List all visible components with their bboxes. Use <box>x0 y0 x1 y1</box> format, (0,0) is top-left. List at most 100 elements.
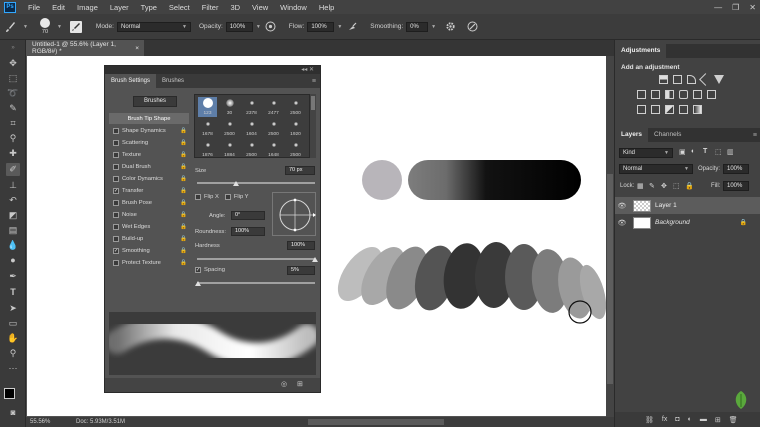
flip-y-checkbox[interactable] <box>224 194 231 200</box>
setting-checkbox[interactable]: ✓ <box>113 187 119 194</box>
fill-field[interactable]: 100% <box>723 181 749 191</box>
brush-tip[interactable]: 2500 <box>242 139 261 159</box>
chevron-down-icon[interactable]: ▼ <box>57 24 62 30</box>
quick-select-tool-icon[interactable]: ✎ <box>6 102 20 115</box>
brush-setting-row[interactable]: Brush Pose 🔒 <box>109 197 189 208</box>
chevron-down-icon[interactable]: ▼ <box>337 24 342 30</box>
brush-tip[interactable]: 2500 <box>286 97 305 117</box>
pen-tool-icon[interactable]: ✒ <box>6 270 20 283</box>
hardness-slider-track[interactable] <box>197 258 315 260</box>
close-document-button[interactable]: × <box>135 45 139 52</box>
brush-preset-picker[interactable]: 70 <box>38 16 54 38</box>
hardness-slider-thumb[interactable] <box>312 257 318 262</box>
threshold-icon[interactable] <box>665 105 674 114</box>
brush-settings-toggle-icon[interactable] <box>69 20 82 33</box>
color-lookup-icon[interactable] <box>707 90 716 99</box>
brush-setting-row[interactable]: Texture 🔒 <box>109 149 189 160</box>
brush-tip[interactable]: 2378 <box>242 97 261 117</box>
setting-checkbox[interactable] <box>113 211 119 218</box>
lock-artboard-icon[interactable]: ⬚ <box>673 182 680 190</box>
setting-checkbox[interactable] <box>113 199 119 206</box>
color-balance-icon[interactable] <box>651 90 660 99</box>
brush-tip[interactable]: 1604 <box>242 118 261 138</box>
panel-menu-icon[interactable]: ≡ <box>312 78 316 85</box>
layer-row-layer-1[interactable]: 👁 Layer 1 <box>615 197 760 214</box>
chevron-down-icon[interactable]: ▼ <box>431 24 436 30</box>
menu-window[interactable]: Window <box>274 3 313 12</box>
shape-tool-icon[interactable]: ▭ <box>6 317 20 330</box>
lock-icon[interactable]: 🔒 <box>180 152 187 158</box>
flow-field[interactable]: 100% <box>307 21 335 32</box>
smoothing-options-gear-icon[interactable] <box>444 21 456 33</box>
setting-checkbox[interactable] <box>113 163 119 170</box>
new-group-icon[interactable]: ▬ <box>700 416 707 423</box>
close-window-button[interactable]: ✕ <box>749 3 756 12</box>
menu-edit[interactable]: Edit <box>46 3 71 12</box>
hue-saturation-icon[interactable] <box>637 90 646 99</box>
invert-icon[interactable] <box>637 105 646 114</box>
vertical-scrollbar[interactable] <box>606 56 614 417</box>
zoom-readout[interactable]: 55.56% <box>30 419 76 425</box>
filter-type-icon[interactable]: T <box>703 148 707 155</box>
filter-pixel-icon[interactable]: ▣ <box>679 148 686 156</box>
levels-icon[interactable] <box>673 75 682 84</box>
lock-pixels-icon[interactable]: ✎ <box>649 182 655 190</box>
lasso-tool-icon[interactable]: ➰ <box>6 87 20 100</box>
size-field[interactable]: 70 px <box>285 166 315 175</box>
hand-tool-icon[interactable]: ✋ <box>6 332 20 345</box>
menu-layer[interactable]: Layer <box>104 3 135 12</box>
filter-shape-icon[interactable]: ⬚ <box>715 148 722 156</box>
setting-checkbox[interactable]: ✓ <box>113 247 119 254</box>
brush-setting-row[interactable]: Scattering 🔒 <box>109 137 189 148</box>
vibrance-icon[interactable] <box>714 75 724 84</box>
menu-help[interactable]: Help <box>313 3 340 12</box>
more-tools-icon[interactable]: ··· <box>6 362 20 375</box>
blur-tool-icon[interactable]: 💧 <box>6 239 20 252</box>
spacing-slider-track[interactable] <box>197 282 315 284</box>
brush-tip[interactable]: 2477 <box>264 97 283 117</box>
menu-view[interactable]: View <box>246 3 274 12</box>
panel-collapse-icon[interactable]: » <box>6 42 20 55</box>
lock-icon[interactable]: 🔒 <box>180 224 187 230</box>
layer-row-background[interactable]: 👁 Background 🔒 <box>615 214 760 231</box>
path-select-tool-icon[interactable]: ➤ <box>6 302 20 315</box>
airbrush-icon[interactable] <box>346 21 358 33</box>
size-slider-track[interactable] <box>197 182 315 184</box>
minimize-button[interactable]: — <box>714 3 722 12</box>
gradient-map-icon[interactable] <box>693 105 702 114</box>
brush-setting-row[interactable]: Color Dynamics 🔒 <box>109 173 189 184</box>
lock-transparent-icon[interactable]: ▦ <box>637 182 644 190</box>
dodge-tool-icon[interactable]: ● <box>6 254 20 267</box>
brush-tool-icon[interactable]: ✐ <box>6 163 20 176</box>
menu-type[interactable]: Type <box>135 3 163 12</box>
horizontal-scrollbar-thumb[interactable] <box>308 419 444 425</box>
setting-checkbox[interactable] <box>113 223 119 230</box>
filter-smart-object-icon[interactable]: ▥ <box>727 148 734 156</box>
eraser-tool-icon[interactable]: ◩ <box>6 209 20 222</box>
brush-tip[interactable]: 30 <box>220 97 239 117</box>
new-brush-preset-icon[interactable]: ⊞ <box>297 380 303 388</box>
selective-color-icon[interactable] <box>679 105 688 114</box>
crop-tool-icon[interactable]: ⌗ <box>6 117 20 130</box>
brush-tip[interactable]: 1876 <box>198 139 217 159</box>
menu-select[interactable]: Select <box>163 3 196 12</box>
panel-title-strip[interactable]: ◂◂ ✕ <box>105 66 320 74</box>
eyedropper-tool-icon[interactable]: ⚲ <box>6 132 20 145</box>
photo-filter-icon[interactable] <box>679 90 688 99</box>
healing-brush-tool-icon[interactable]: ✚ <box>6 147 20 160</box>
lock-icon[interactable]: 🔒 <box>180 188 187 194</box>
setting-checkbox[interactable] <box>113 175 119 182</box>
brush-tip[interactable]: 1678 <box>198 118 217 138</box>
lock-icon[interactable]: 🔒 <box>180 164 187 170</box>
mode-select[interactable]: Normal ▼ <box>116 21 191 32</box>
brush-setting-row[interactable]: Shape Dynamics 🔒 <box>109 125 189 136</box>
pressure-opacity-icon[interactable] <box>265 21 277 33</box>
tip-grid-scrollbar[interactable] <box>310 94 316 158</box>
brush-tip[interactable]: 2500 <box>264 118 283 138</box>
hardness-field[interactable]: 100% <box>287 241 315 250</box>
filter-adjustment-icon[interactable]: ◐ <box>691 148 695 155</box>
brush-tool-icon[interactable] <box>4 21 16 33</box>
spacing-checkbox[interactable]: ✓ <box>195 267 201 273</box>
lock-position-icon[interactable]: ✥ <box>661 182 667 190</box>
brush-setting-row[interactable]: Wet Edges 🔒 <box>109 221 189 232</box>
